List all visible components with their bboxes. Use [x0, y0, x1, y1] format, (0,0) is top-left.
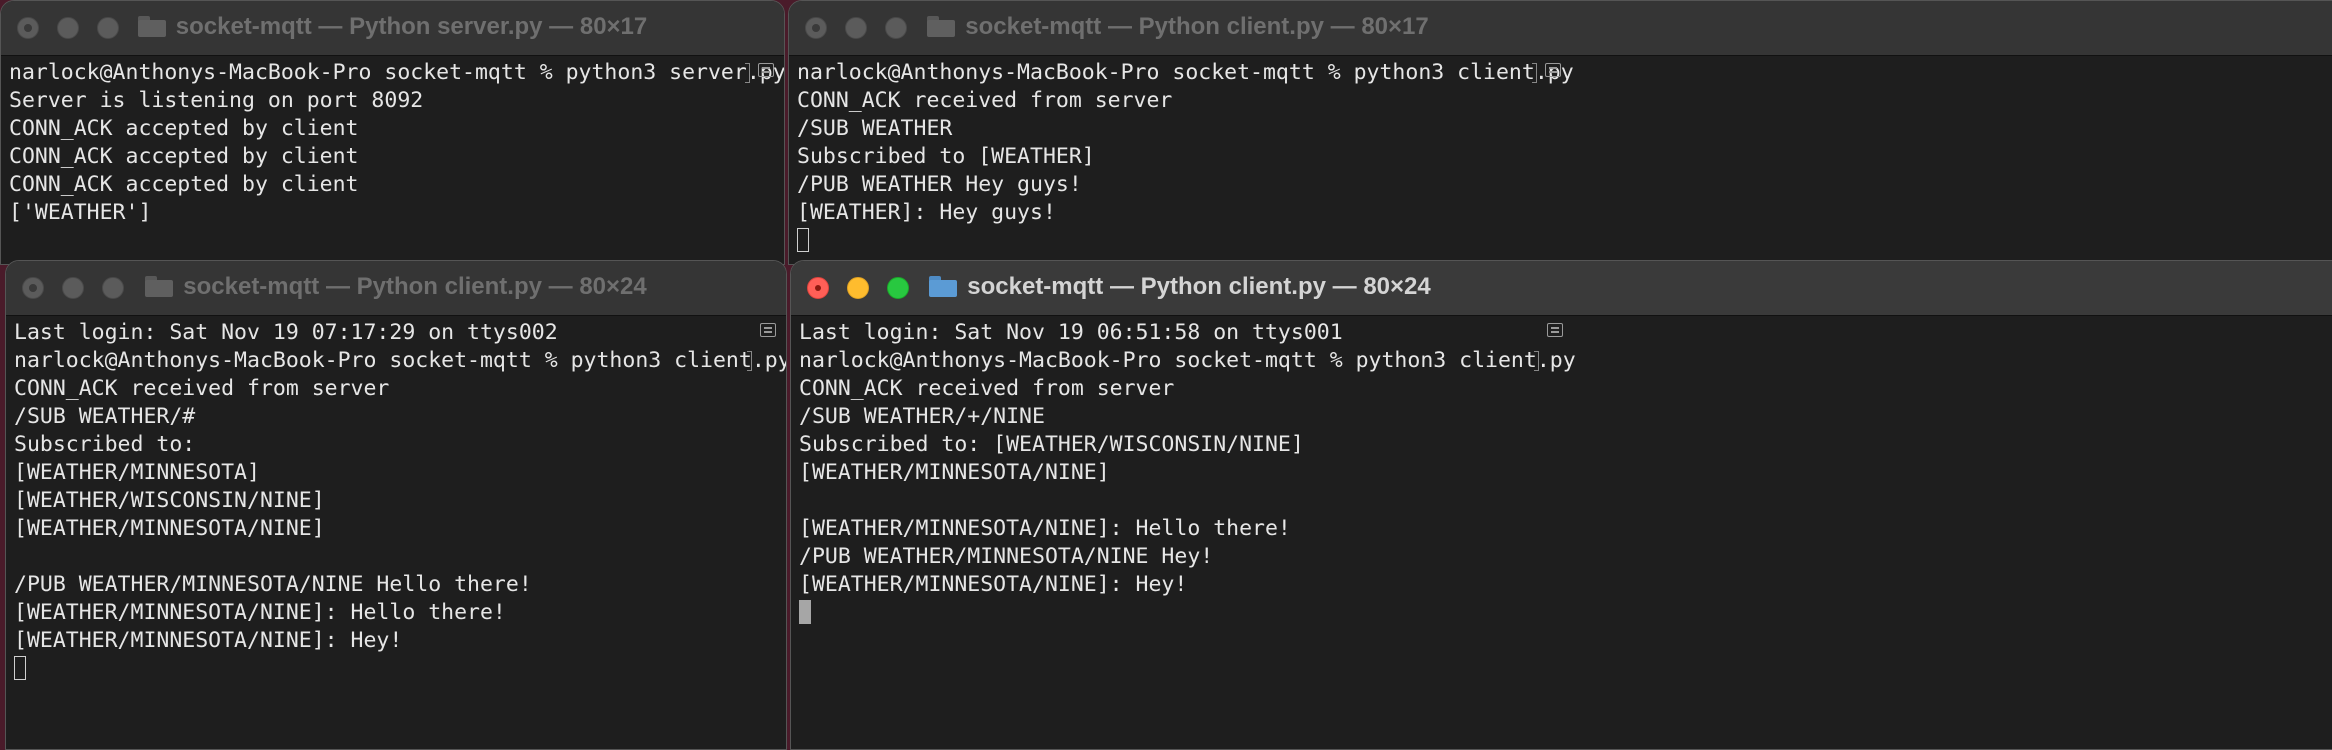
terminal-line: /SUB WEATHER/+/NINE [799, 404, 1045, 429]
terminal-line: [WEATHER/MINNESOTA/NINE]: Hello there! [799, 516, 1291, 541]
terminal-line: CONN_ACK received from server [797, 88, 1173, 113]
terminal-line: [WEATHER/MINNESOTA] [14, 460, 260, 485]
terminal-window-client-bottom-left[interactable]: socket-mqtt — Python client.py — 80×24 L… [5, 260, 787, 750]
terminal-line: CONN_ACK accepted by client [9, 116, 359, 141]
mark-icon[interactable] [760, 323, 776, 337]
terminal-line: [WEATHER/MINNESOTA/NINE] [14, 516, 325, 541]
text-cursor [797, 228, 809, 252]
terminal-output[interactable]: Last login: Sat Nov 19 06:51:58 on ttys0… [799, 319, 2319, 749]
line-mark-bracket [1532, 63, 1537, 83]
terminal-line: narlock@Anthonys-MacBook-Pro socket-mqtt… [799, 348, 1576, 373]
terminal-line: ['WEATHER'] [9, 200, 152, 225]
terminal-line: /PUB WEATHER/MINNESOTA/NINE Hello there! [14, 572, 532, 597]
folder-icon [137, 16, 166, 37]
line-mark-bracket [747, 351, 752, 371]
terminal-line: /SUB WEATHER/# [14, 404, 196, 429]
line-mark-bracket [745, 63, 750, 83]
terminal-line: [WEATHER/MINNESOTA/NINE] [799, 460, 1110, 485]
terminal-output[interactable]: narlock@Anthonys-MacBook-Pro socket-mqtt… [797, 59, 2317, 264]
window-title: socket-mqtt — Python client.py — 80×24 [6, 273, 786, 301]
title-bar[interactable]: socket-mqtt — Python client.py — 80×24 [6, 261, 786, 316]
window-title: socket-mqtt — Python client.py — 80×24 [791, 273, 1569, 301]
folder-icon [929, 276, 958, 297]
folder-icon [927, 16, 956, 37]
mark-icon[interactable] [1545, 63, 1561, 77]
terminal-line: narlock@Anthonys-MacBook-Pro socket-mqtt… [9, 60, 785, 85]
terminal-line: Last login: Sat Nov 19 07:17:29 on ttys0… [14, 320, 558, 345]
terminal-line: /PUB WEATHER Hey guys! [797, 172, 1082, 197]
title-bar[interactable]: socket-mqtt — Python server.py — 80×17 [1, 1, 784, 56]
folder-icon [145, 276, 174, 297]
terminal-line: /SUB WEATHER [797, 116, 953, 141]
window-title-text: socket-mqtt — Python client.py — 80×17 [965, 13, 1429, 40]
terminal-line: Server is listening on port 8092 [9, 88, 424, 113]
terminal-line: [WEATHER/WISCONSIN/NINE] [14, 488, 325, 513]
terminal-line: [WEATHER/MINNESOTA/NINE]: Hey! [799, 572, 1188, 597]
terminal-line [799, 599, 2319, 627]
terminal-line [14, 655, 756, 683]
terminal-line: Subscribed to: [WEATHER/WISCONSIN/NINE] [799, 432, 1304, 457]
window-title: socket-mqtt — Python client.py — 80×17 [789, 13, 1567, 41]
terminal-line: CONN_ACK accepted by client [9, 172, 359, 197]
terminal-line: [WEATHER]: Hey guys! [797, 200, 1056, 225]
line-mark-bracket [1534, 351, 1539, 371]
window-title-text: socket-mqtt — Python client.py — 80×24 [967, 273, 1431, 300]
terminal-line: narlock@Anthonys-MacBook-Pro socket-mqtt… [14, 348, 787, 373]
text-cursor [799, 600, 811, 624]
terminal-line: /PUB WEATHER/MINNESOTA/NINE Hey! [799, 544, 1214, 569]
terminal-line: Subscribed to: [14, 432, 196, 457]
terminal-line: Subscribed to [WEATHER] [797, 144, 1095, 169]
terminal-output[interactable]: narlock@Anthonys-MacBook-Pro socket-mqtt… [9, 59, 785, 264]
terminal-line: [WEATHER/MINNESOTA/NINE]: Hey! [14, 628, 403, 653]
window-title-text: socket-mqtt — Python server.py — 80×17 [175, 13, 648, 40]
terminal-window-server[interactable]: socket-mqtt — Python server.py — 80×17 n… [0, 0, 785, 265]
terminal-output[interactable]: Last login: Sat Nov 19 07:17:29 on ttys0… [14, 319, 787, 749]
terminal-line [797, 227, 2317, 255]
terminal-line: [WEATHER/MINNESOTA/NINE]: Hello there! [14, 600, 506, 625]
mark-icon[interactable] [758, 63, 774, 77]
window-title: socket-mqtt — Python server.py — 80×17 [1, 13, 784, 41]
text-cursor [14, 656, 26, 680]
terminal-line: CONN_ACK received from server [14, 376, 390, 401]
window-title-text: socket-mqtt — Python client.py — 80×24 [183, 273, 647, 300]
terminal-line: CONN_ACK received from server [799, 376, 1175, 401]
title-bar[interactable]: socket-mqtt — Python client.py — 80×24 [791, 261, 2332, 316]
terminal-window-client-top-right[interactable]: socket-mqtt — Python client.py — 80×17 n… [788, 0, 2332, 265]
mark-icon[interactable] [1547, 323, 1563, 337]
terminal-window-client-bottom-right[interactable]: socket-mqtt — Python client.py — 80×24 L… [790, 260, 2332, 750]
title-bar[interactable]: socket-mqtt — Python client.py — 80×17 [789, 1, 2332, 56]
terminal-line: CONN_ACK accepted by client [9, 144, 359, 169]
